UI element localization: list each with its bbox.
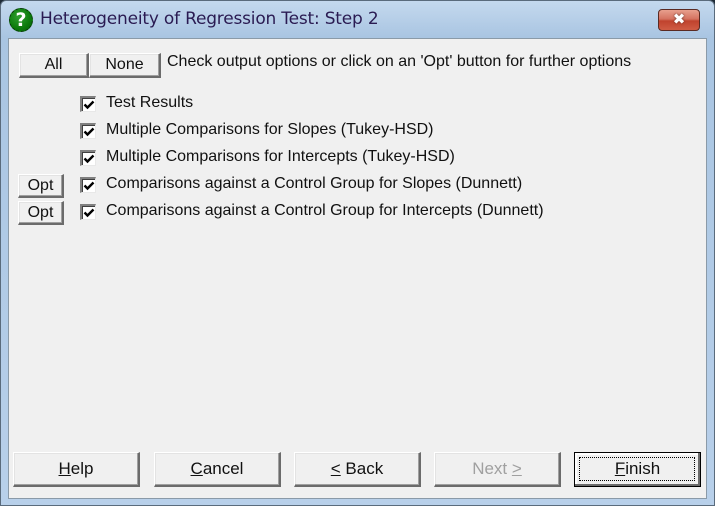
close-x-icon: ✖ [672,10,686,28]
opt-button-dunnett-intercepts[interactable]: Opt [18,201,64,225]
cancel-button[interactable]: Cancel [154,452,281,487]
next-button-label: Next > [472,459,522,478]
option-row-mc-intercepts: Multiple Comparisons for Intercepts (Tuk… [9,147,689,171]
help-question-icon: ? [9,8,33,32]
window-title: Heterogeneity of Regression Test: Step 2 [40,9,379,29]
checkbox-dunnett-intercepts[interactable] [80,204,96,220]
help-button-label: Help [59,459,94,478]
option-row-test-results: Test Results [9,93,689,117]
instruction-text: Check output options or click on an 'Opt… [167,53,632,70]
next-button[interactable]: Next > [434,452,561,487]
opt-button-label: Opt [27,177,54,194]
mnemonic: F [614,459,626,478]
option-label: Multiple Comparisons for Slopes (Tukey-H… [106,121,434,138]
checkbox-test-results[interactable] [80,96,96,112]
checkmark-icon [83,127,95,137]
mnemonic: H [58,459,71,478]
opt-button-label: Opt [27,204,54,221]
checkmark-icon [83,208,95,218]
close-button[interactable]: ✖ [658,9,700,31]
label-pre: Next [472,459,512,478]
dialog-window: ? Heterogeneity of Regression Test: Step… [0,0,715,506]
select-none-label: None [105,56,144,73]
label-post: elp [70,459,94,478]
mnemonic: > [511,459,522,478]
checkmark-icon [83,181,95,191]
help-button[interactable]: Help [13,452,140,487]
option-row-dunnett-slopes: Opt Comparisons against a Control Group … [9,174,689,198]
finish-button-label: Finish [615,459,660,478]
option-row-mc-slopes: Multiple Comparisons for Slopes (Tukey-H… [9,120,689,144]
label-post: Back [340,459,384,478]
back-button[interactable]: < Back [294,452,421,487]
option-label: Comparisons against a Control Group for … [106,175,523,192]
checkbox-mc-intercepts[interactable] [80,150,96,166]
select-none-button[interactable]: None [89,53,161,78]
select-all-button[interactable]: All [19,53,89,78]
checkbox-mc-slopes[interactable] [80,123,96,139]
checkbox-dunnett-slopes[interactable] [80,177,96,193]
dialog-client-area: All None Check output options or click o… [8,38,707,499]
checkmark-icon [83,100,95,110]
cancel-button-label: Cancel [191,459,244,478]
label-post: ancel [202,459,244,478]
option-label: Multiple Comparisons for Intercepts (Tuk… [106,148,455,165]
back-button-label: < Back [331,459,383,478]
checkmark-icon [83,154,95,164]
mnemonic: < [330,459,341,478]
label-post: inish [625,459,661,478]
opt-button-dunnett-slopes[interactable]: Opt [18,174,64,198]
option-label: Comparisons against a Control Group for … [106,202,544,219]
title-bar[interactable]: ? Heterogeneity of Regression Test: Step… [1,1,714,35]
option-label: Test Results [106,94,194,111]
option-row-dunnett-intercepts: Opt Comparisons against a Control Group … [9,201,689,225]
select-all-label: All [44,56,63,73]
mnemonic: C [190,459,203,478]
finish-button[interactable]: Finish [574,452,701,487]
